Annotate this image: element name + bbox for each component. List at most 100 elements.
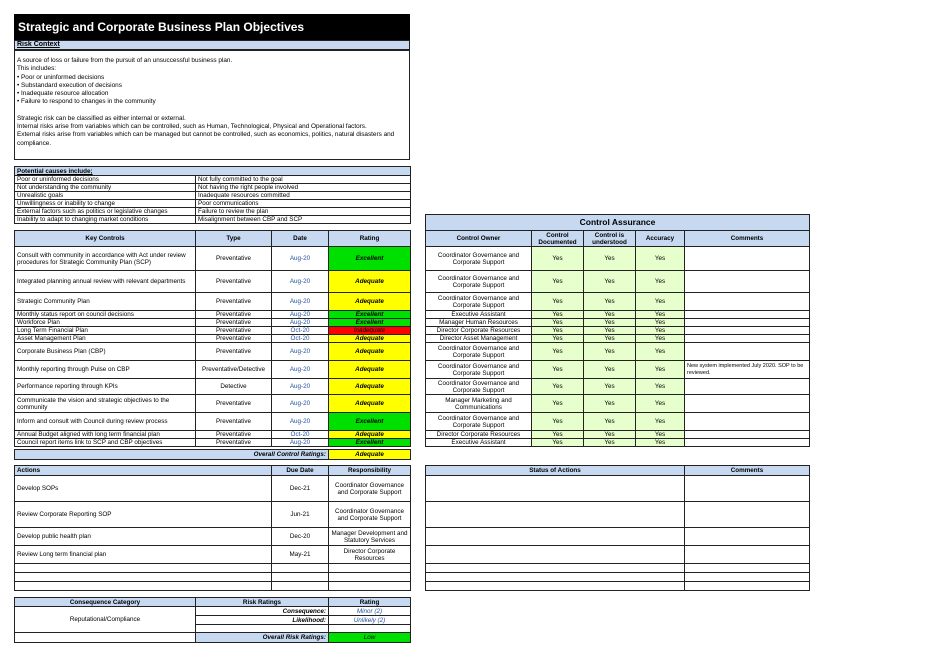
control-documented: Yes (531, 318, 584, 327)
control-rating: Adequate (328, 394, 411, 413)
causes-table: Potential causes include; Poor or uninfo… (14, 166, 411, 224)
control-understood: Yes (583, 342, 636, 361)
control-documented: Yes (531, 394, 584, 413)
action-responsibility: Coordinator Governance and Corporate Sup… (328, 501, 411, 528)
status-comments-header: Comments (684, 465, 810, 476)
control-owner: Director Corporate Resources (425, 326, 532, 335)
page-title: Strategic and Corporate Business Plan Ob… (14, 14, 410, 40)
causes-heading: Potential causes include; (14, 166, 411, 176)
key-controls-header: Key Controls (14, 230, 196, 247)
control-name: Annual Budget aligned with long term fin… (14, 430, 196, 439)
risk-context-body: A source of loss or failure from the pur… (14, 50, 410, 160)
control-type: Preventative (195, 318, 272, 327)
control-row: Communicate the vision and strategic obj… (14, 394, 411, 413)
control-name: Strategic Community Plan (14, 292, 196, 311)
control-rating: Excellent (328, 412, 411, 431)
control-type: Detective (195, 378, 272, 395)
assurance-row: Director Corporate Resources Yes Yes Yes (425, 326, 811, 335)
control-owner: Executive Assistant (425, 438, 532, 447)
assurance-row: Coordinator Governance and Corporate Sup… (425, 246, 811, 271)
status-cell (425, 501, 685, 528)
control-type: Preventative (195, 342, 272, 361)
responsibility-header: Responsibility (328, 465, 411, 476)
action-due-date: Dec-20 (271, 527, 329, 546)
control-comment (683, 394, 811, 413)
consequence-category-value: Reputational/Compliance (14, 606, 196, 633)
control-owner: Coordinator Governance and Corporate Sup… (425, 246, 532, 271)
comments-header: Comments (683, 230, 811, 247)
rating-header: Rating (328, 230, 411, 247)
cause-row: Unrealistic goals Inadequate resources co… (14, 191, 411, 200)
control-name: Workforce Plan (14, 318, 196, 327)
control-row: Monthly status report on council decisio… (14, 310, 411, 319)
status-row (425, 501, 810, 528)
action-name: Review Corporate Reporting SOP (14, 501, 272, 528)
action-responsibility: Manager Development and Statutory Servic… (328, 527, 411, 546)
control-rating: Adequate (328, 292, 411, 311)
control-date: Aug-20 (271, 292, 329, 311)
control-accuracy: Yes (635, 394, 685, 413)
control-owner: Manager Human Resources (425, 318, 532, 327)
control-assurance-table: Control Assurance Control Owner Control … (424, 214, 811, 447)
control-accuracy: Yes (635, 342, 685, 361)
control-date: Aug-20 (271, 378, 329, 395)
status-comment-cell (684, 572, 810, 582)
cause-cell: Unwillingness or inability to change (14, 199, 196, 208)
risk-context-paragraph: External risks arise from variables whic… (17, 131, 395, 147)
action-row: Review Long term financial plan May-21 Dir… (14, 545, 411, 564)
control-date: Aug-20 (271, 412, 329, 431)
assurance-row: Coordinator Governance and Corporate Sup… (425, 292, 811, 311)
control-owner: Manager Marketing and Communications (425, 394, 532, 413)
control-accuracy: Yes (635, 246, 685, 271)
control-type: Preventative (195, 334, 272, 343)
control-name: Monthly status report on council decisio… (14, 310, 196, 319)
control-comment (683, 292, 811, 311)
status-comment-cell (684, 545, 810, 564)
control-type: Preventative (195, 326, 272, 335)
status-comment-cell (684, 475, 810, 502)
cause-row: External factors such as politics or leg… (14, 207, 411, 216)
assurance-row: Director Asset Management Yes Yes Yes (425, 334, 811, 343)
control-name: Integrated planning annual review with r… (14, 270, 196, 293)
control-accuracy: Yes (635, 378, 685, 395)
cause-row: Unwillingness or inability to change Poor… (14, 199, 411, 208)
control-row: Performance reporting through KPIs Detect… (14, 378, 411, 395)
status-cell (425, 475, 685, 502)
control-date: Aug-20 (271, 438, 329, 447)
control-row: Council report items link to SCP and CBP… (14, 438, 411, 447)
action-responsibility: Coordinator Governance and Corporate Sup… (328, 475, 411, 502)
action-name (14, 572, 272, 582)
cause-cell: Unrealistic goals (14, 191, 196, 200)
control-name: Communicate the vision and strategic obj… (14, 394, 196, 413)
control-name: Long Term Financial Plan (14, 326, 196, 335)
control-comment (683, 430, 811, 439)
action-name: Develop public health plan (14, 527, 272, 546)
status-of-actions-header: Status of Actions (425, 465, 685, 476)
action-due-date: Jun-21 (271, 501, 329, 528)
cause-cell: Not having the right people involved (195, 183, 411, 192)
overall-control-label: Overall Control Ratings: (14, 449, 329, 460)
consequence-category-header: Consequence Category (14, 597, 196, 607)
control-comment: New system implemented July 2020. SOP to… (683, 360, 811, 379)
control-date: Aug-20 (271, 310, 329, 319)
action-responsibility (328, 572, 411, 582)
control-name: Corporate Business Plan (CBP) (14, 342, 196, 361)
assurance-row: Manager Human Resources Yes Yes Yes (425, 318, 811, 327)
risk-ratings-header: Risk Ratings (195, 597, 329, 607)
control-accuracy: Yes (635, 270, 685, 293)
control-name: Performance reporting through KPIs (14, 378, 196, 395)
control-comment (683, 270, 811, 293)
control-name: Inform and consult with Council during r… (14, 412, 196, 431)
rating-column-header: Rating (328, 597, 411, 607)
control-date: Oct-20 (271, 334, 329, 343)
control-understood: Yes (583, 438, 636, 447)
status-row (425, 581, 810, 591)
status-row (425, 572, 810, 582)
control-owner: Coordinator Governance and Corporate Sup… (425, 342, 532, 361)
control-row: Strategic Community Plan Preventative Aug-… (14, 292, 411, 311)
control-type: Preventative (195, 438, 272, 447)
control-documented: Yes (531, 378, 584, 395)
cause-cell: Poor or uninformed decisions (14, 175, 196, 184)
cause-cell: Misalignment between CBP and SCP (195, 215, 411, 224)
control-rating: Excellent (328, 310, 411, 319)
